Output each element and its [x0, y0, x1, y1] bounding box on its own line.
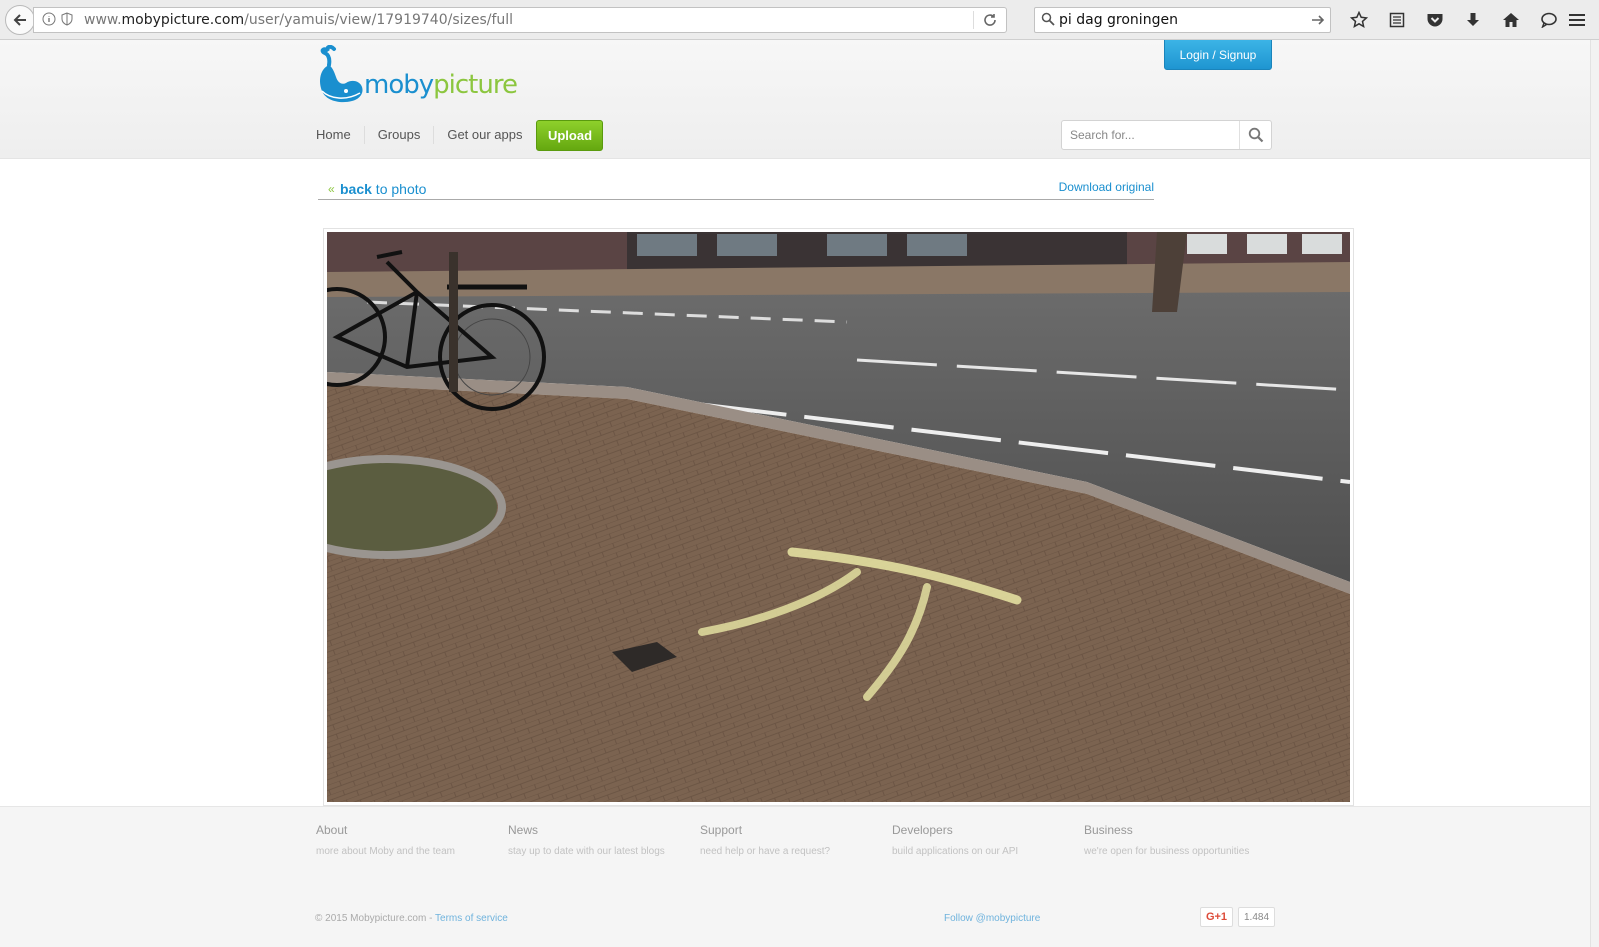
- page-content: mobypicture Login / Signup Home Groups G…: [0, 40, 1590, 947]
- search-icon: [1041, 12, 1055, 26]
- download-original-link[interactable]: Download original: [1059, 180, 1154, 194]
- footer-about[interactable]: About more about Moby and the team: [316, 823, 455, 857]
- login-signup-button[interactable]: Login / Signup: [1164, 40, 1272, 70]
- pocket-button[interactable]: [1416, 10, 1454, 30]
- site-search-button[interactable]: [1239, 121, 1271, 149]
- info-icon[interactable]: [42, 12, 56, 26]
- browser-search-bar[interactable]: pi dag groningen: [1034, 7, 1331, 33]
- gplus-button[interactable]: G+1: [1200, 907, 1233, 927]
- browser-toolbar: www.mobypicture.com/user/yamuis/view/179…: [0, 0, 1599, 40]
- back-arrow-icon: [13, 14, 26, 26]
- back-to-photo-link[interactable]: back to photo: [340, 181, 426, 197]
- url-bar[interactable]: www.mobypicture.com/user/yamuis/view/179…: [33, 7, 1007, 33]
- home-icon: [1503, 13, 1519, 27]
- site-logo-text[interactable]: mobypicture: [364, 70, 518, 100]
- hamburger-menu-icon: [1569, 14, 1585, 26]
- reload-icon[interactable]: [982, 12, 998, 28]
- menu-button[interactable]: [1562, 8, 1592, 32]
- terms-of-service-link[interactable]: Terms of service: [435, 913, 508, 924]
- footer-news[interactable]: News stay up to date with our latest blo…: [508, 823, 665, 857]
- photo-breadcrumb: « back to photo Download original: [318, 180, 1154, 200]
- site-header: mobypicture Login / Signup Home Groups G…: [0, 40, 1590, 159]
- footer-copyright: © 2015 Mobypicture.com - Terms of servic…: [315, 913, 508, 924]
- back-button[interactable]: [5, 5, 35, 35]
- site-search-input[interactable]: [1062, 121, 1236, 149]
- site-footer: About more about Moby and the team News …: [0, 806, 1590, 947]
- footer-developers[interactable]: Developers build applications on our API: [892, 823, 1018, 857]
- chat-icon: [1541, 12, 1557, 28]
- main-nav: Home Groups Get our apps Upload: [316, 119, 604, 151]
- reading-list-icon: [1389, 12, 1405, 28]
- home-button[interactable]: [1492, 10, 1530, 30]
- whale-logo-icon[interactable]: [316, 45, 366, 107]
- magnifier-icon: [1248, 127, 1263, 143]
- nav-home[interactable]: Home: [316, 126, 365, 144]
- page-scrollbar[interactable]: [1590, 40, 1599, 947]
- browser-search-query[interactable]: pi dag groningen: [1059, 12, 1178, 28]
- full-size-photo[interactable]: [327, 232, 1350, 802]
- search-go-icon[interactable]: [1310, 12, 1326, 28]
- site-search: [1061, 120, 1272, 150]
- url-divider: [973, 11, 974, 29]
- follow-twitter-link[interactable]: Follow @mobypicture: [944, 913, 1040, 924]
- url-text[interactable]: www.mobypicture.com/user/yamuis/view/179…: [84, 12, 513, 28]
- downloads-button[interactable]: [1454, 10, 1492, 30]
- raquo-icon: «: [328, 182, 335, 196]
- reading-list-button[interactable]: [1378, 10, 1416, 30]
- upload-button[interactable]: Upload: [536, 119, 604, 151]
- footer-business[interactable]: Business we're open for business opportu…: [1084, 823, 1249, 857]
- shield-icon[interactable]: [61, 12, 73, 26]
- nav-groups[interactable]: Groups: [365, 126, 435, 144]
- download-icon: [1467, 13, 1479, 26]
- gplus-count: 1.484: [1238, 907, 1275, 927]
- pocket-icon: [1427, 14, 1443, 27]
- nav-get-apps[interactable]: Get our apps: [434, 126, 535, 144]
- bookmark-star-button[interactable]: [1340, 10, 1378, 30]
- footer-support[interactable]: Support need help or have a request?: [700, 823, 830, 857]
- star-icon: [1350, 11, 1368, 29]
- photo-frame: [323, 228, 1354, 806]
